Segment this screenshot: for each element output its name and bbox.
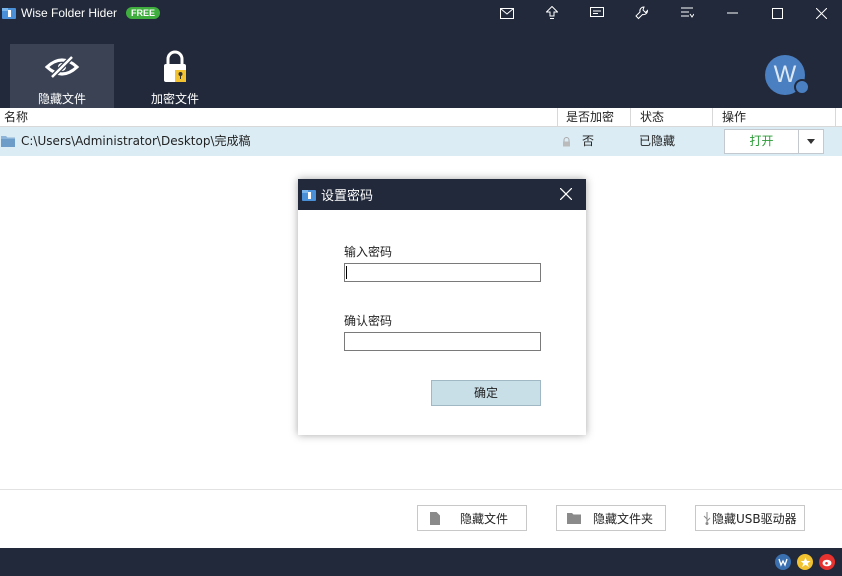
menu-icon[interactable] [672, 0, 702, 26]
folder-path: C:\Users\Administrator\Desktop\完成稿 [21, 134, 251, 148]
tab-label: 隐藏文件 [37, 92, 86, 106]
dialog-title: 设置密码 [321, 189, 374, 204]
column-header-encrypted[interactable]: 是否加密 [562, 108, 614, 127]
app-logo-icon [302, 189, 316, 201]
divider [0, 489, 842, 490]
close-icon[interactable] [558, 186, 574, 202]
tab-label: 加密文件 [150, 92, 199, 106]
app-title: Wise Folder Hider [21, 6, 118, 20]
folder-icon [1, 136, 15, 147]
confirm-password-input[interactable] [344, 332, 541, 351]
main-toolbar: 隐藏文件 加密文件 W [0, 26, 842, 108]
table-row[interactable]: C:\Users\Administrator\Desktop\完成稿 否 已隐藏… [0, 127, 842, 156]
mail-icon[interactable] [492, 0, 522, 26]
open-button[interactable]: 打开 [725, 130, 799, 153]
status-bar [0, 548, 842, 576]
column-divider[interactable] [557, 108, 558, 127]
folder-icon [567, 511, 581, 525]
status-value: 已隐藏 [639, 134, 676, 148]
usb-icon [702, 511, 712, 525]
open-split-button: 打开 [724, 129, 824, 154]
hide-file-label: 隐藏文件 [459, 511, 508, 526]
free-badge: FREE [126, 7, 161, 19]
password-label: 输入密码 [344, 245, 393, 259]
column-divider[interactable] [630, 108, 631, 127]
padlock-icon [161, 50, 189, 84]
password-input[interactable] [344, 263, 541, 282]
column-header-status[interactable]: 状态 [636, 108, 664, 127]
avatar-badge [794, 79, 810, 95]
tab-encrypt-files[interactable]: 加密文件 [123, 44, 227, 108]
column-header-action[interactable]: 操作 [718, 108, 746, 127]
upgrade-icon[interactable] [537, 0, 567, 26]
ok-button[interactable]: 确定 [431, 380, 541, 406]
minimize-icon[interactable] [717, 0, 747, 26]
table-header: 名称 是否加密 状态 操作 [0, 108, 842, 127]
column-divider[interactable] [835, 108, 836, 127]
column-divider[interactable] [712, 108, 713, 127]
file-icon [428, 511, 442, 525]
weibo-icon[interactable] [819, 554, 835, 570]
app-logo-icon [2, 8, 16, 19]
confirm-password-label: 确认密码 [344, 314, 393, 328]
text-caret [346, 266, 347, 279]
hide-file-button[interactable]: 隐藏文件 [417, 505, 527, 531]
tab-hide-files[interactable]: 隐藏文件 [10, 44, 114, 108]
set-password-dialog: 设置密码 输入密码 确认密码 确定 [298, 179, 586, 435]
feedback-icon[interactable] [582, 0, 612, 26]
eye-slash-icon [44, 50, 80, 84]
close-icon[interactable] [806, 0, 836, 26]
dialog-title-bar: 设置密码 [298, 179, 586, 210]
wise-logo-icon[interactable] [775, 554, 791, 570]
chevron-down-icon[interactable] [799, 130, 823, 153]
hide-usb-label: 隐藏USB驱动器 [712, 511, 797, 526]
hide-folder-label: 隐藏文件夹 [592, 511, 653, 526]
maximize-icon[interactable] [762, 0, 792, 26]
settings-icon[interactable] [627, 0, 657, 26]
title-bar: Wise Folder Hider FREE [0, 0, 842, 26]
star-icon[interactable] [797, 554, 813, 570]
lock-icon [562, 127, 574, 156]
encrypted-value: 否 [582, 134, 595, 148]
hide-folder-button[interactable]: 隐藏文件夹 [556, 505, 666, 531]
column-header-name[interactable]: 名称 [0, 108, 28, 127]
hide-usb-button[interactable]: 隐藏USB驱动器 [695, 505, 805, 531]
